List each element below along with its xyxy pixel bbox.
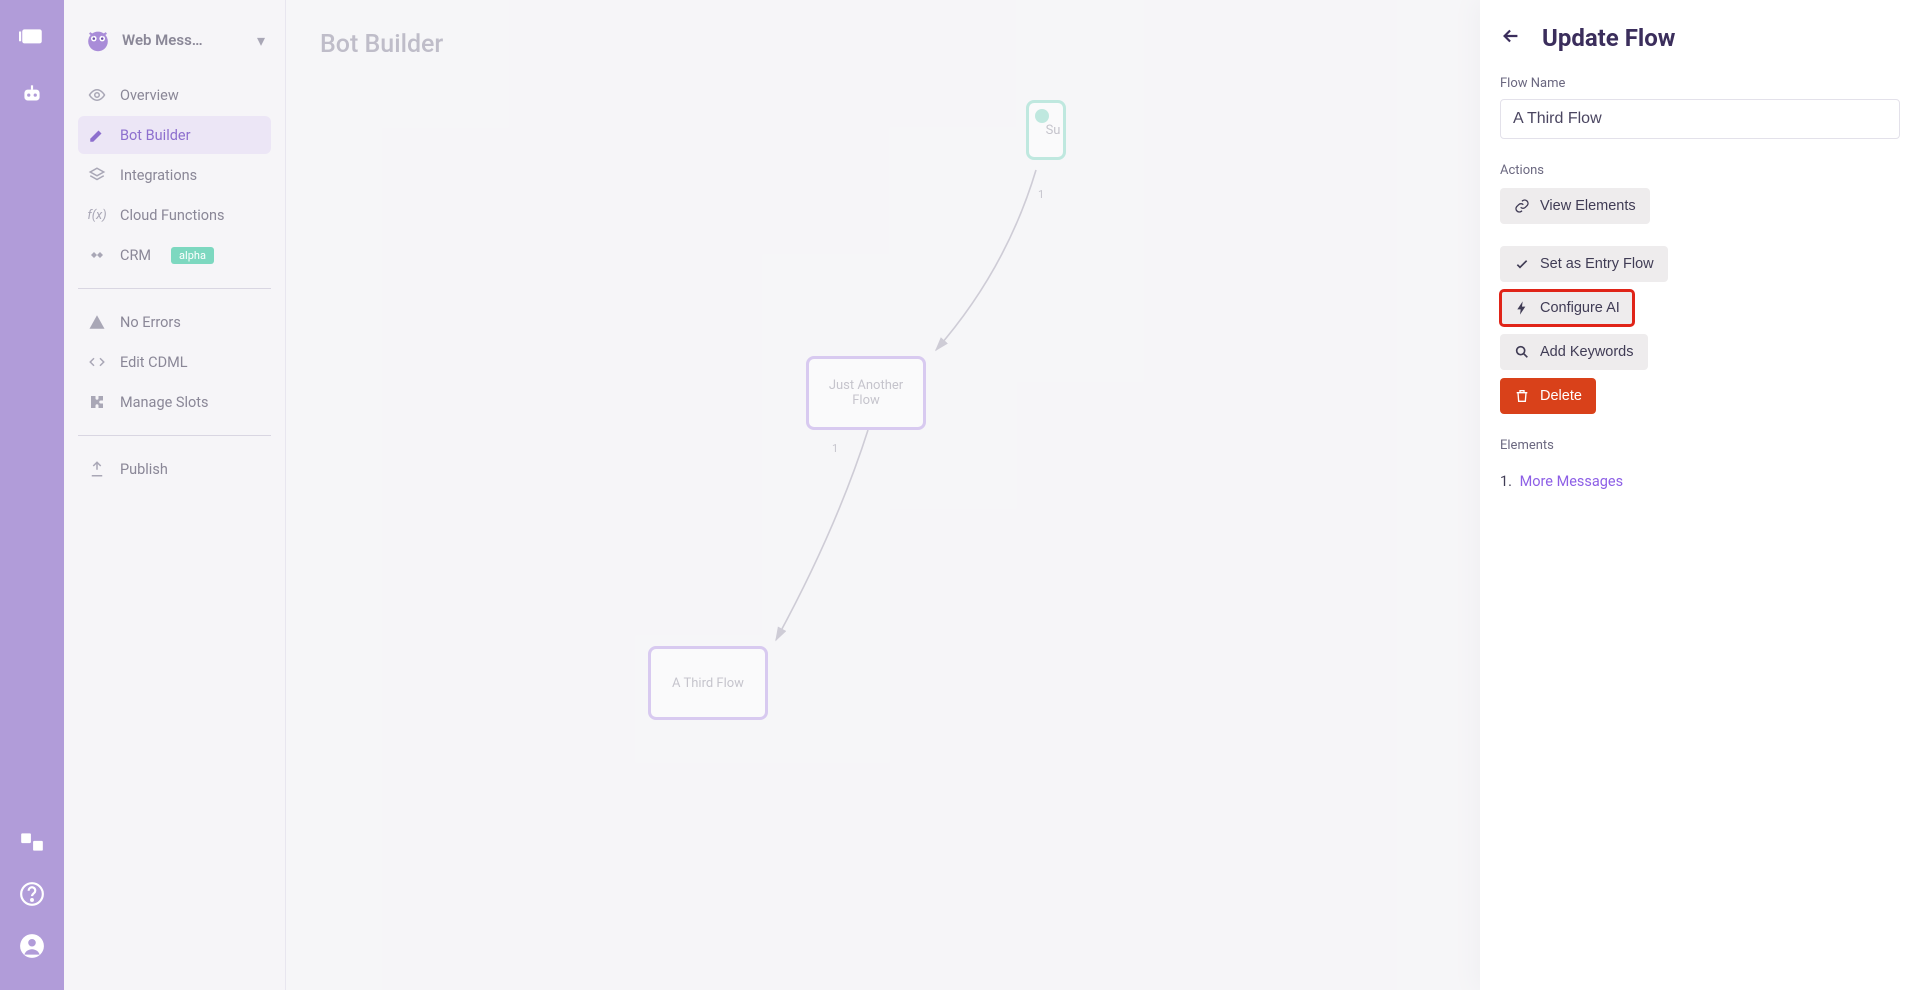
layers-icon: [88, 166, 106, 184]
sidebar: Web Mess… ▾ Overview Bot Builder Integra…: [64, 0, 286, 990]
owl-logo: [84, 26, 112, 54]
handshake-icon: [88, 246, 106, 264]
field-label-flow-name: Flow Name: [1500, 76, 1900, 91]
code-icon: [88, 353, 106, 371]
help-icon[interactable]: [18, 880, 46, 908]
sidebar-item-label: Edit CDML: [120, 354, 188, 371]
sidebar-item-label: No Errors: [120, 314, 181, 331]
link-icon: [1514, 198, 1530, 214]
bolt-icon: [1514, 300, 1530, 316]
flow-edges: [286, 90, 1480, 990]
sidebar-item-edit-cdml[interactable]: Edit CDML: [78, 343, 271, 381]
flow-node-label: Flow: [852, 393, 880, 408]
flow-node-label: Just Another: [829, 378, 903, 393]
sidebar-item-label: CRM: [120, 247, 151, 264]
alpha-badge: alpha: [171, 247, 214, 264]
main-canvas[interactable]: Bot Builder Su 1 Just Another Flow: [286, 0, 1480, 990]
sidebar-item-bot-builder[interactable]: Bot Builder: [78, 116, 271, 154]
translate-icon[interactable]: [18, 828, 46, 856]
flow-node-label: A Third Flow: [672, 676, 744, 691]
flow-canvas: Su 1 Just Another Flow 1 A Third Flow: [286, 90, 1480, 990]
flow-name-input[interactable]: [1500, 99, 1900, 139]
elements-list: 1. More Messages: [1500, 473, 1900, 490]
element-number: 1.: [1500, 473, 1512, 490]
nav-primary: Overview Bot Builder Integrations f(x) C…: [78, 76, 271, 274]
sidebar-item-publish[interactable]: Publish: [78, 450, 271, 488]
function-icon: f(x): [88, 208, 106, 223]
flow-node-label: Su: [1046, 123, 1061, 138]
panel-title: Update Flow: [1542, 24, 1675, 52]
pencil-icon: [88, 126, 106, 144]
button-label: Configure AI: [1540, 300, 1620, 316]
element-link[interactable]: More Messages: [1520, 473, 1624, 490]
search-icon: [1514, 344, 1530, 360]
app-rail: [0, 0, 64, 990]
sidebar-item-label: Bot Builder: [120, 127, 191, 144]
chevron-down-icon[interactable]: ▾: [257, 31, 265, 50]
update-flow-panel: Update Flow Flow Name Actions View Eleme…: [1480, 0, 1920, 990]
flow-node-just-another[interactable]: Just Another Flow: [806, 356, 926, 430]
puzzle-icon: [88, 393, 106, 411]
workspace-name: Web Mess…: [122, 31, 247, 49]
account-icon[interactable]: [18, 932, 46, 960]
check-icon: [1514, 256, 1530, 272]
sidebar-item-label: Publish: [120, 461, 168, 478]
sidebar-item-integrations[interactable]: Integrations: [78, 156, 271, 194]
nav-divider: [78, 435, 271, 436]
page-title: Bot Builder: [320, 30, 1446, 59]
add-keywords-button[interactable]: Add Keywords: [1500, 334, 1648, 370]
trash-icon: [1514, 388, 1530, 404]
sidebar-header[interactable]: Web Mess… ▾: [78, 18, 271, 76]
nav-tertiary: Publish: [78, 450, 271, 488]
set-entry-flow-button[interactable]: Set as Entry Flow: [1500, 246, 1668, 282]
warning-icon: [88, 313, 106, 331]
nav-secondary: No Errors Edit CDML Manage Slots: [78, 303, 271, 421]
flow-node-third-flow[interactable]: A Third Flow: [648, 646, 768, 720]
view-elements-button[interactable]: View Elements: [1500, 188, 1650, 224]
sidebar-item-label: Manage Slots: [120, 394, 209, 411]
button-label: Delete: [1540, 388, 1582, 404]
sidebar-item-no-errors[interactable]: No Errors: [78, 303, 271, 341]
sidebar-item-label: Overview: [120, 87, 179, 104]
bot-icon[interactable]: [18, 80, 46, 108]
nav-divider: [78, 288, 271, 289]
publish-icon: [88, 460, 106, 478]
configure-ai-button[interactable]: Configure AI: [1500, 290, 1634, 326]
delete-button[interactable]: Delete: [1500, 378, 1596, 414]
eye-icon: [88, 86, 106, 104]
rail-bottom: [18, 828, 46, 990]
edge-label: 1: [832, 442, 838, 455]
sidebar-item-crm[interactable]: CRM alpha: [78, 236, 271, 274]
sidebar-item-label: Cloud Functions: [120, 207, 224, 224]
sidebar-item-overview[interactable]: Overview: [78, 76, 271, 114]
sidebar-item-cloud-functions[interactable]: f(x) Cloud Functions: [78, 196, 271, 234]
panel-header: Update Flow: [1500, 24, 1900, 52]
check-icon: [1035, 109, 1049, 123]
button-label: View Elements: [1540, 198, 1636, 214]
flow-node-entry[interactable]: Su: [1026, 100, 1066, 160]
button-label: Add Keywords: [1540, 344, 1634, 360]
section-label-elements: Elements: [1500, 438, 1900, 453]
button-label: Set as Entry Flow: [1540, 256, 1654, 272]
section-label-actions: Actions: [1500, 163, 1900, 178]
back-arrow-icon[interactable]: [1500, 25, 1522, 51]
sidebar-item-label: Integrations: [120, 167, 197, 184]
sidebar-item-manage-slots[interactable]: Manage Slots: [78, 383, 271, 421]
edge-label: 1: [1038, 188, 1044, 201]
chat-icon[interactable]: [18, 24, 46, 52]
